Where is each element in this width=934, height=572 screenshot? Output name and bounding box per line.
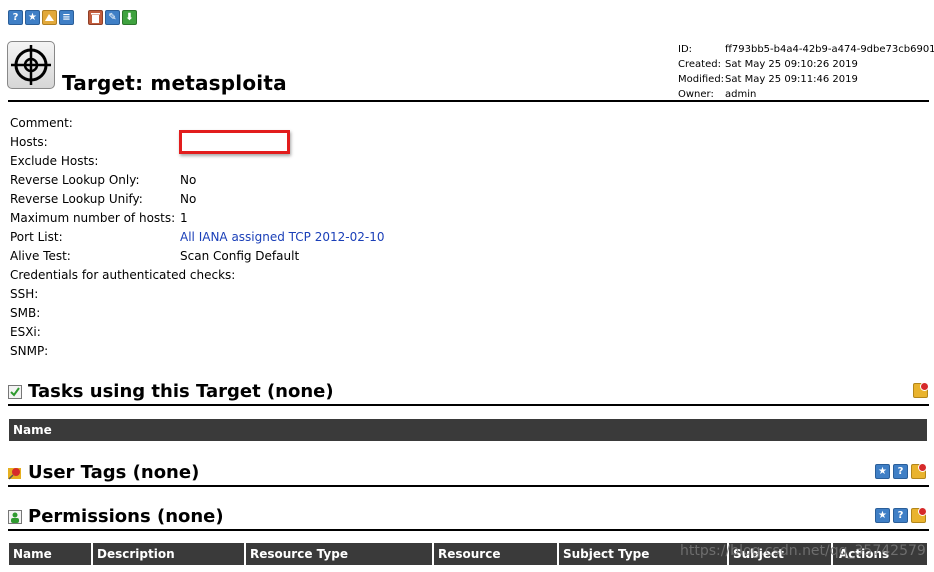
tasks-table-header: Name: [9, 419, 927, 441]
permissions-icon: [8, 510, 22, 524]
target-crosshair-icon: [7, 41, 55, 89]
star-icon[interactable]: ★: [875, 508, 890, 523]
wizard-icon[interactable]: [42, 10, 57, 25]
perm-col-resource-type[interactable]: Resource Type: [250, 547, 348, 561]
watermark-text: https://blog.csdn.net/qq_35742579: [680, 543, 926, 559]
title-divider: [8, 100, 929, 102]
download-icon[interactable]: ⬇: [122, 10, 137, 25]
edit-icon[interactable]: ✎: [105, 10, 120, 25]
port-list-link[interactable]: All IANA assigned TCP 2012-02-10: [180, 230, 384, 245]
reverse-lookup-unify-value: No: [180, 192, 197, 206]
trash-icon[interactable]: [88, 10, 103, 25]
list-icon[interactable]: ≡: [59, 10, 74, 25]
perm-col-resource[interactable]: Resource: [438, 547, 500, 561]
tasks-col-name[interactable]: Name: [13, 423, 52, 437]
permissions-divider: [8, 529, 929, 531]
id-value: ff793bb5-b4a4-42b9-a474-9dbe73cb6901: [725, 44, 934, 55]
tasks-section-actions: [913, 382, 929, 398]
hosts-label: Hosts:: [10, 135, 48, 149]
tag-pin-icon: [8, 466, 22, 480]
reverse-lookup-only-label: Reverse Lookup Only:: [10, 173, 140, 187]
help-icon[interactable]: ?: [8, 10, 23, 25]
help-icon[interactable]: ?: [893, 508, 908, 523]
tasks-divider: [8, 404, 929, 406]
page-title: Target: metasploita: [62, 71, 287, 95]
star-icon[interactable]: ★: [875, 464, 890, 479]
id-label: ID:: [678, 44, 693, 55]
new-folder-icon[interactable]: [911, 463, 927, 479]
permissions-section-title: Permissions (none): [28, 506, 224, 527]
created-value: Sat May 25 09:10:26 2019: [725, 59, 858, 70]
max-hosts-label: Maximum number of hosts:: [10, 211, 176, 225]
star-icon[interactable]: ★: [25, 10, 40, 25]
perm-col-description[interactable]: Description: [97, 547, 175, 561]
smb-label: SMB:: [10, 306, 41, 320]
user-tags-section-actions: ★ ?: [875, 463, 927, 479]
exclude-hosts-label: Exclude Hosts:: [10, 154, 99, 168]
new-folder-icon[interactable]: [911, 507, 927, 523]
new-folder-icon[interactable]: [913, 382, 929, 398]
snmp-label: SNMP:: [10, 344, 49, 358]
column-separator: [432, 543, 434, 565]
target-metadata: ID: ff793bb5-b4a4-42b9-a474-9dbe73cb6901 …: [678, 42, 934, 102]
modified-label: Modified:: [678, 74, 725, 85]
reverse-lookup-unify-label: Reverse Lookup Unify:: [10, 192, 143, 206]
help-icon[interactable]: ?: [893, 464, 908, 479]
column-separator: [244, 543, 246, 565]
modified-value: Sat May 25 09:11:46 2019: [725, 74, 858, 85]
port-list-label: Port List:: [10, 230, 63, 244]
alive-test-label: Alive Test:: [10, 249, 71, 263]
comment-label: Comment:: [10, 116, 73, 130]
created-label: Created:: [678, 59, 721, 70]
esxi-label: ESXi:: [10, 325, 41, 339]
user-tags-divider: [8, 485, 929, 487]
perm-col-subject-type[interactable]: Subject Type: [563, 547, 649, 561]
ssh-label: SSH:: [10, 287, 39, 301]
reverse-lookup-only-value: No: [180, 173, 197, 187]
column-separator: [557, 543, 559, 565]
credentials-label: Credentials for authenticated checks:: [10, 268, 236, 282]
column-separator: [91, 543, 93, 565]
tasks-icon: [8, 385, 22, 399]
permissions-section-actions: ★ ?: [875, 507, 927, 523]
hosts-value-highlight: [179, 130, 290, 154]
top-toolbar: ? ★ ≡ ✎ ⬇: [8, 10, 137, 25]
user-tags-section-title: User Tags (none): [28, 462, 200, 483]
max-hosts-value: 1: [180, 211, 188, 225]
alive-test-value: Scan Config Default: [180, 249, 300, 263]
perm-col-name[interactable]: Name: [13, 547, 52, 561]
tasks-section-title: Tasks using this Target (none): [28, 381, 334, 402]
